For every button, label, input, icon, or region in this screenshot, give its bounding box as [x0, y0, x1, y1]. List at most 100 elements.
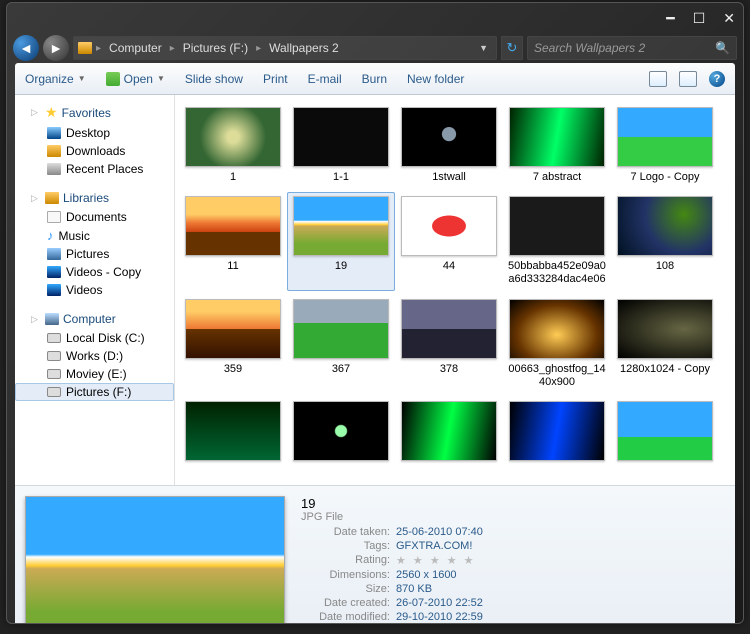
thumbnail-image: [617, 299, 713, 359]
slideshow-button[interactable]: Slide show: [185, 72, 243, 86]
thumbnail[interactable]: 1-1: [287, 103, 395, 188]
meta-row: Rating: ★ ★ ★ ★ ★: [301, 554, 483, 567]
chevron-right-icon[interactable]: ▸: [256, 43, 261, 54]
expand-icon[interactable]: ▷: [31, 107, 41, 118]
thumbnail[interactable]: 1280x1024 - Copy: [611, 295, 719, 393]
help-icon[interactable]: ?: [709, 71, 725, 87]
thumbnail[interactable]: 1stwall: [395, 103, 503, 188]
thumbnail-label: 50bbabba452e09a0a6d333284dac4e06: [507, 260, 607, 286]
breadcrumb-segment[interactable]: Pictures (F:): [179, 39, 252, 57]
thumbnail[interactable]: 11: [179, 192, 287, 290]
thumbnail-label: 19: [335, 260, 347, 273]
tree-item-label: Recent Places: [66, 162, 143, 176]
tree-item[interactable]: Pictures: [15, 245, 174, 263]
thumbnail-image: [185, 401, 281, 461]
organize-button[interactable]: Organize▼: [25, 72, 86, 86]
breadcrumb-segment[interactable]: Wallpapers 2: [265, 39, 343, 57]
search-icon: 🔍: [715, 41, 730, 55]
tree-item-label: Music: [59, 229, 90, 243]
chevron-right-icon[interactable]: ▸: [170, 43, 175, 54]
item-icon: [47, 163, 61, 175]
address-bar[interactable]: ▸ Computer ▸ Pictures (F:) ▸ Wallpapers …: [73, 36, 497, 60]
thumbnail[interactable]: 1: [179, 103, 287, 188]
thumbnail[interactable]: [287, 397, 395, 469]
thumbnail[interactable]: 367: [287, 295, 395, 393]
email-button[interactable]: E-mail: [308, 72, 342, 86]
close-icon[interactable]: ✕: [723, 10, 735, 27]
refresh-button[interactable]: ↻: [501, 36, 523, 60]
search-placeholder: Search Wallpapers 2: [534, 41, 645, 55]
preview-pane-button[interactable]: [679, 71, 697, 87]
meta-value: 29-10-2010 22:59: [396, 611, 483, 623]
tree-item[interactable]: Videos: [15, 281, 174, 299]
thumbnail-label: 44: [443, 260, 455, 273]
thumbnail-label: 7 abstract: [533, 171, 581, 184]
tree-item[interactable]: Works (D:): [15, 347, 174, 365]
thumbnail[interactable]: 50bbabba452e09a0a6d333284dac4e06: [503, 192, 611, 290]
thumbnail[interactable]: 7 Logo - Copy: [611, 103, 719, 188]
thumbnail-image: [293, 196, 389, 256]
tree-header[interactable]: ▷★Favorites: [15, 101, 174, 124]
newfolder-button[interactable]: New folder: [407, 72, 464, 86]
item-icon: [47, 127, 61, 139]
burn-button[interactable]: Burn: [362, 72, 387, 86]
tree-header[interactable]: ▷Computer: [15, 309, 174, 329]
meta-value: 26-07-2010 22:52: [396, 597, 483, 609]
meta-key: Date modified:: [301, 611, 396, 623]
item-icon: [47, 387, 61, 397]
forward-button[interactable]: ►: [43, 35, 69, 61]
tree-item[interactable]: ♪Music: [15, 226, 174, 245]
tree-item[interactable]: Moviey (E:): [15, 365, 174, 383]
thumbnail[interactable]: 44: [395, 192, 503, 290]
minimize-icon[interactable]: ━: [666, 10, 674, 27]
thumbnail[interactable]: [395, 397, 503, 469]
tree-item-label: Local Disk (C:): [66, 331, 145, 345]
thumbnail[interactable]: 359: [179, 295, 287, 393]
item-icon: [47, 351, 61, 361]
expand-icon[interactable]: ▷: [31, 193, 41, 204]
tree-item[interactable]: Desktop: [15, 124, 174, 142]
thumbnail[interactable]: [611, 397, 719, 469]
toolbar: Organize▼ Open▼ Slide show Print E-mail …: [15, 63, 735, 95]
thumbnail[interactable]: 378: [395, 295, 503, 393]
preview-image: [25, 496, 285, 624]
tree-item[interactable]: Recent Places: [15, 160, 174, 178]
print-button[interactable]: Print: [263, 72, 288, 86]
thumbnail[interactable]: [503, 397, 611, 469]
thumbnail[interactable]: [179, 397, 287, 469]
tree-item[interactable]: Local Disk (C:): [15, 329, 174, 347]
item-icon: [47, 333, 61, 343]
back-button[interactable]: ◄: [13, 35, 39, 61]
thumbnail[interactable]: 00663_ghostfog_1440x900: [503, 295, 611, 393]
thumbnail-image: [617, 196, 713, 256]
thumbnail-image: [401, 299, 497, 359]
folder-icon: [78, 42, 92, 54]
computer-icon: [45, 313, 59, 325]
tree-item[interactable]: Videos - Copy: [15, 263, 174, 281]
chevron-right-icon[interactable]: ▸: [96, 43, 101, 54]
search-input[interactable]: Search Wallpapers 2 🔍: [527, 36, 737, 60]
thumbnail-label: 108: [656, 260, 674, 273]
tree-item[interactable]: Documents: [15, 208, 174, 226]
meta-key: Rating:: [301, 554, 396, 567]
explorer-window: ━ ☐ ✕ ◄ ► ▸ Computer ▸ Pictures (F:) ▸ W…: [6, 2, 744, 624]
tree-item[interactable]: Pictures (F:): [15, 383, 174, 401]
item-icon: [47, 284, 61, 296]
breadcrumb-segment[interactable]: Computer: [105, 39, 166, 57]
item-icon: [47, 266, 61, 278]
view-button[interactable]: [649, 71, 667, 87]
nav-row: ◄ ► ▸ Computer ▸ Pictures (F:) ▸ Wallpap…: [7, 33, 743, 63]
tree-header[interactable]: ▷Libraries: [15, 188, 174, 208]
maximize-icon[interactable]: ☐: [693, 10, 706, 27]
thumbnail[interactable]: 7 abstract: [503, 103, 611, 188]
open-button[interactable]: Open▼: [106, 72, 165, 86]
chevron-down-icon[interactable]: ▼: [475, 43, 492, 53]
meta-value[interactable]: ★ ★ ★ ★ ★: [396, 554, 476, 567]
thumbnail-label: 1-1: [333, 171, 349, 184]
thumbnail[interactable]: 108: [611, 192, 719, 290]
tree-item-label: Pictures (F:): [66, 385, 131, 399]
tree-item[interactable]: Downloads: [15, 142, 174, 160]
thumbnail[interactable]: 19: [287, 192, 395, 290]
expand-icon[interactable]: ▷: [31, 314, 41, 325]
thumbnail-image: [509, 401, 605, 461]
